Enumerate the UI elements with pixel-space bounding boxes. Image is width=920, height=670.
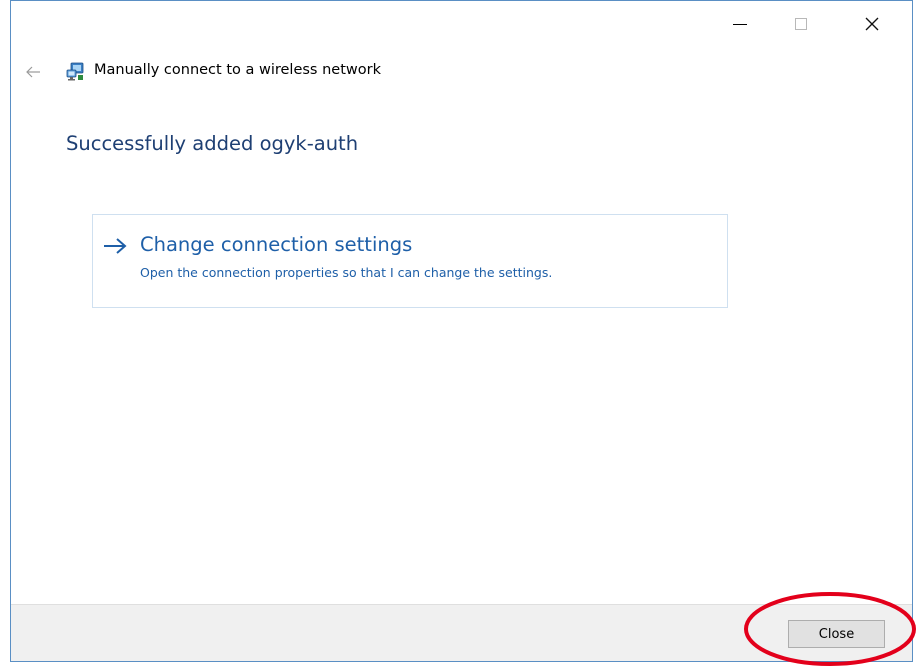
wireless-network-icon: [66, 62, 84, 81]
right-arrow-icon: [104, 238, 127, 254]
maximize-button[interactable]: [778, 7, 824, 41]
dialog-footer: Close: [11, 604, 912, 661]
dialog-header: Manually connect to a wireless network: [11, 57, 912, 87]
page-title: Successfully added ogyk-auth: [66, 132, 359, 155]
close-button[interactable]: Close: [788, 620, 885, 648]
dialog-title: Manually connect to a wireless network: [94, 62, 381, 78]
option-description: Open the connection properties so that I…: [140, 265, 553, 280]
change-connection-settings-option[interactable]: Change connection settings Open the conn…: [92, 214, 728, 308]
close-icon: [865, 17, 879, 31]
page: Manually connect to a wireless network S…: [0, 0, 920, 670]
back-arrow-icon: [26, 66, 40, 78]
back-button[interactable]: [21, 57, 45, 87]
title-bar: [11, 1, 912, 47]
option-title: Change connection settings: [140, 233, 413, 256]
minimize-icon: [733, 23, 747, 25]
minimize-button[interactable]: [717, 7, 763, 41]
maximize-icon: [795, 18, 807, 30]
dialog-window: Manually connect to a wireless network S…: [10, 0, 913, 662]
window-close-button[interactable]: [849, 7, 895, 41]
